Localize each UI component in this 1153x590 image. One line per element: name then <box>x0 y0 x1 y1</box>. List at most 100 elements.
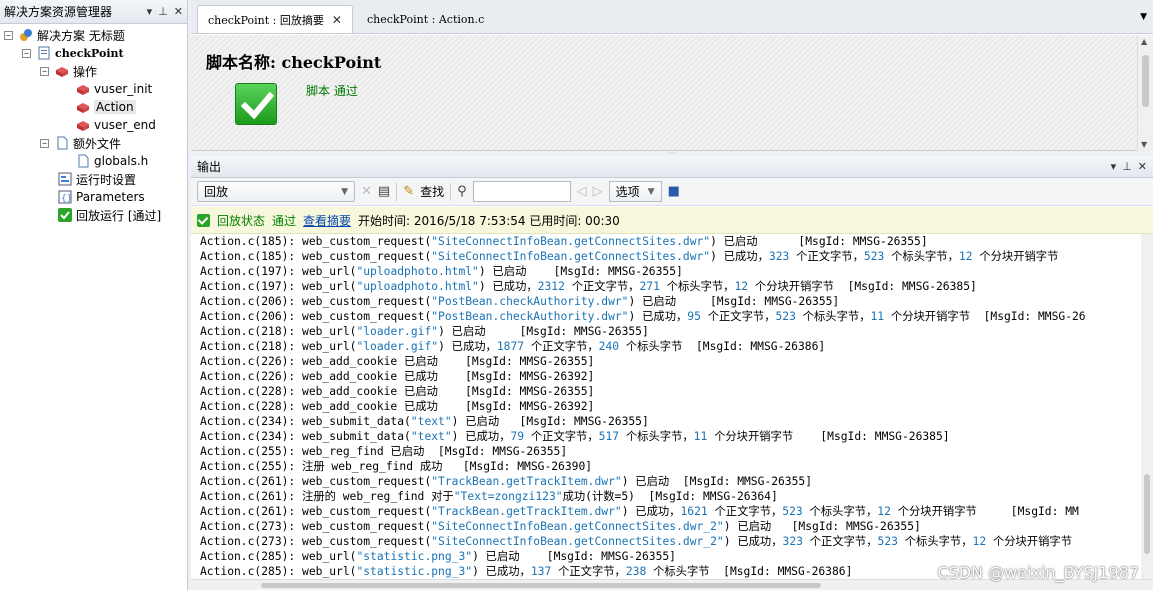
log-line: Action.c(261): 注册的 web_reg_find 对于"Text=… <box>200 490 778 503</box>
solution-explorer-title-bar: 解决方案资源管理器 ▾ ⊥ ✕ <box>0 0 187 24</box>
parameters-icon: {} <box>58 190 72 204</box>
previous-icon[interactable]: ◁ <box>577 184 587 199</box>
output-toolbar: 回放 ▼ ✕ ▤ ✎ 查找 ⚲ ◁ ▷ 选项 ▼ ■ <box>191 178 1153 206</box>
collapse-icon[interactable]: − <box>40 138 49 148</box>
panel-dropdown-icon[interactable]: ▾ <box>147 5 153 18</box>
search-icon[interactable]: ⚲ <box>457 184 467 199</box>
action-icon <box>76 100 90 114</box>
tree-label-actions: 操作 <box>73 64 98 79</box>
log-line: Action.c(185): web_custom_request("SiteC… <box>200 250 1059 263</box>
replay-summary-view: 脚本名称: checkPoint 脚本 通过 <box>191 35 1137 151</box>
tree-label-solution: 解决方案 无标题 <box>37 28 125 43</box>
tree-label-globals: globals.h <box>94 154 149 168</box>
view-summary-link[interactable]: 查看摘要 <box>303 212 351 229</box>
tree-item-replay-run[interactable]: 回放运行 [通过] <box>58 206 161 224</box>
scroll-thumb[interactable] <box>1142 55 1149 107</box>
tree-item-vuser-init[interactable]: vuser_init <box>76 80 152 98</box>
log-line: Action.c(255): 注册 web_reg_find 成功 [MsgId… <box>200 460 593 473</box>
passed-check-icon <box>58 208 72 222</box>
script-result: 脚本 通过 <box>306 84 358 98</box>
log-line: Action.c(206): web_custom_request("PostB… <box>200 310 1086 323</box>
tree-label-extra-files: 额外文件 <box>73 136 122 151</box>
tree-label-action: Action <box>94 100 136 114</box>
toolbar-separator <box>396 182 398 201</box>
pin-icon[interactable]: ⊥ <box>158 5 168 18</box>
close-icon[interactable]: ✕ <box>174 5 183 18</box>
solution-tree: − 解决方案 无标题 − checkPoint − 操作 vuser_init … <box>0 24 187 223</box>
find-icon[interactable]: ✎ <box>403 184 414 199</box>
summary-scrollbar[interactable]: ▲ ▼ <box>1137 35 1153 151</box>
chevron-down-icon: ▼ <box>647 186 655 197</box>
tree-label-parameters: Parameters <box>76 190 145 204</box>
collapse-icon[interactable]: − <box>4 30 13 40</box>
log-line: Action.c(285): web_url("statistic.png_3"… <box>200 550 676 563</box>
pin-icon[interactable]: ⊥ <box>1122 160 1132 173</box>
scroll-up-icon[interactable]: ▲ <box>1141 37 1147 46</box>
log-line: Action.c(206): web_custom_request("PostB… <box>200 295 840 308</box>
tree-item-solution[interactable]: − 解决方案 无标题 <box>4 26 125 44</box>
output-vertical-scrollbar[interactable] <box>1141 234 1153 579</box>
scroll-thumb[interactable] <box>261 583 821 588</box>
tree-label-vuser-end: vuser_end <box>94 118 156 132</box>
log-line: Action.c(226): web_add_cookie 已启动 [MsgId… <box>200 355 595 368</box>
tab-action-c[interactable]: checkPoint : Action.c <box>357 5 494 33</box>
tree-item-script[interactable]: − checkPoint <box>22 44 124 62</box>
tree-label-replay-run: 回放运行 [通过] <box>76 208 162 223</box>
watermark: CSDN @weixin_BYSJ1987 <box>937 563 1139 582</box>
status-check-icon <box>197 213 210 227</box>
output-log[interactable]: Action.c(185): web_custom_request("SiteC… <box>191 234 1141 579</box>
search-input[interactable] <box>472 181 571 202</box>
collapse-icon[interactable]: − <box>40 66 49 76</box>
clear-icon[interactable]: ✕ <box>361 184 372 199</box>
panel-dropdown-icon[interactable]: ▾ <box>1111 160 1117 173</box>
large-check-icon <box>235 83 277 125</box>
toolbar-separator <box>450 182 452 201</box>
tree-item-runtime-settings[interactable]: 运行时设置 <box>58 170 136 188</box>
document-tabs: checkPoint : 回放摘要 ✕ checkPoint : Action.… <box>191 0 1153 34</box>
scroll-thumb[interactable] <box>1144 474 1150 554</box>
log-line: Action.c(273): web_custom_request("SiteC… <box>200 520 921 533</box>
actions-folder-icon <box>55 64 69 78</box>
collapse-icon[interactable]: − <box>22 48 31 58</box>
scroll-down-icon[interactable]: ▼ <box>1141 140 1147 149</box>
file-icon <box>76 154 90 168</box>
file-icon <box>55 136 69 150</box>
options-dropdown[interactable]: 选项 ▼ <box>608 181 662 202</box>
log-line: Action.c(226): web_add_cookie 已成功 [MsgId… <box>200 370 595 383</box>
tree-item-globals[interactable]: globals.h <box>76 152 148 170</box>
output-source-select[interactable]: 回放 ▼ <box>197 181 355 202</box>
replay-state-value: 通过 <box>272 213 297 228</box>
tab-label: checkPoint : Action.c <box>366 12 485 26</box>
tree-item-action[interactable]: Action <box>76 98 136 116</box>
tree-item-extra-files[interactable]: − 额外文件 <box>40 134 121 152</box>
tab-list-dropdown-icon[interactable]: ▼ <box>1140 12 1147 22</box>
solution-explorer-title: 解决方案资源管理器 <box>4 5 113 19</box>
tab-replay-summary[interactable]: checkPoint : 回放摘要 ✕ <box>197 5 353 33</box>
output-source-value: 回放 <box>204 185 229 199</box>
replay-status-bar: 回放状态 通过 查看摘要 开始时间: 2016/5/18 7:53:54 已用时… <box>191 207 1153 234</box>
replay-state-label: 回放状态 <box>217 213 266 228</box>
tree-item-vuser-end[interactable]: vuser_end <box>76 116 156 134</box>
settings-icon <box>58 172 72 186</box>
action-icon <box>76 118 90 132</box>
main-area: checkPoint : 回放摘要 ✕ checkPoint : Action.… <box>191 0 1153 590</box>
close-tab-icon[interactable]: ✕ <box>332 13 342 27</box>
wrap-icon[interactable]: ▤ <box>378 184 390 199</box>
tree-item-parameters[interactable]: {} Parameters <box>58 188 145 206</box>
save-icon[interactable]: ■ <box>668 184 680 199</box>
log-line: Action.c(197): web_url("uploadphoto.html… <box>200 280 977 293</box>
find-button[interactable]: 查找 <box>420 183 444 200</box>
output-title-bar: 输出 ▾ ⊥ ✕ <box>191 156 1153 178</box>
log-line: Action.c(228): web_add_cookie 已启动 [MsgId… <box>200 385 595 398</box>
log-line: Action.c(218): web_url("loader.gif") 已成功… <box>200 340 826 353</box>
log-line: Action.c(261): web_custom_request("Track… <box>200 475 813 488</box>
log-line: Action.c(234): web_submit_data("text") 已… <box>200 430 950 443</box>
next-icon[interactable]: ▷ <box>593 184 603 199</box>
close-icon[interactable]: ✕ <box>1138 160 1147 173</box>
solution-explorer-panel: 解决方案资源管理器 ▾ ⊥ ✕ − 解决方案 无标题 − checkPoint … <box>0 0 188 590</box>
chevron-down-icon: ▼ <box>341 186 348 197</box>
log-line: Action.c(185): web_custom_request("SiteC… <box>200 235 928 248</box>
solution-icon <box>19 28 33 42</box>
tree-label-vuser-init: vuser_init <box>94 82 153 96</box>
tree-item-actions[interactable]: − 操作 <box>40 62 97 80</box>
